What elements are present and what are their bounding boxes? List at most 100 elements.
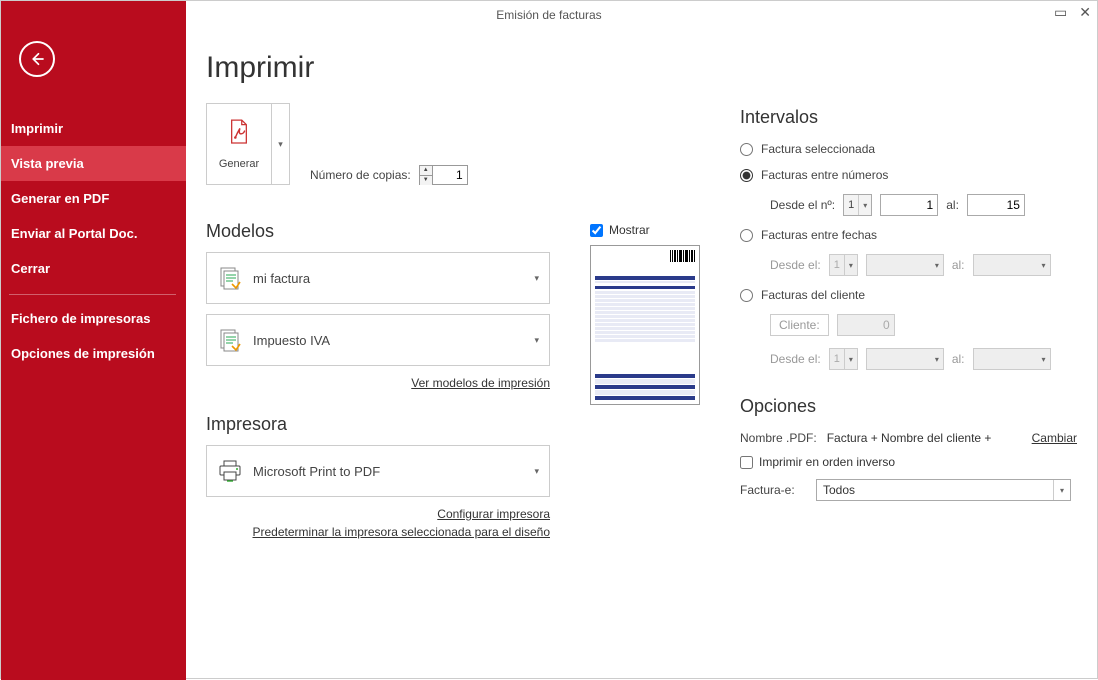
chevron-down-icon: ▾: [931, 261, 943, 270]
hasta-num-input[interactable]: [967, 194, 1025, 216]
copies-down[interactable]: ▼: [420, 176, 432, 185]
sidebar-item-opciones-impresion[interactable]: Opciones de impresión: [1, 336, 186, 371]
desde-num-serie-select[interactable]: 1▾: [843, 194, 872, 216]
radio-row-entre-fechas: Facturas entre fechas: [740, 228, 1077, 242]
preview-content: [595, 250, 695, 400]
preview-thumbnail[interactable]: [590, 245, 700, 405]
radio-entre-fechas[interactable]: [740, 229, 753, 242]
copies-input[interactable]: [433, 168, 467, 182]
intervalos-heading: Intervalos: [740, 107, 1077, 128]
desde-num-label: Desde el nº:: [770, 198, 835, 212]
fecha-desde-select: ▾: [866, 254, 944, 276]
cliente-serie-select: 1▾: [829, 348, 858, 370]
sidebar-item-enviar-portal[interactable]: Enviar al Portal Doc.: [1, 216, 186, 251]
sidebar-item-generar-pdf[interactable]: Generar en PDF: [1, 181, 186, 216]
radio-label-seleccionada: Factura seleccionada: [761, 142, 875, 156]
opciones-heading: Opciones: [740, 396, 1077, 417]
chevron-down-icon: ▾: [1053, 480, 1070, 500]
radio-factura-seleccionada[interactable]: [740, 143, 753, 156]
barcode-icon: [670, 250, 695, 264]
close-icon[interactable]: ✕: [1079, 5, 1091, 19]
modelo-select-1[interactable]: mi factura ▾: [206, 252, 550, 304]
sidebar-item-fichero-impresoras[interactable]: Fichero de impresoras: [1, 301, 186, 336]
copies-control: Número de copias: ▲ ▼: [310, 165, 468, 185]
radio-row-del-cliente: Facturas del cliente: [740, 288, 1077, 302]
nombre-pdf-row: Nombre .PDF: Factura + Nombre del client…: [740, 431, 1077, 445]
facturae-row: Factura-e: Todos ▾: [740, 479, 1077, 501]
radio-label-del-cliente: Facturas del cliente: [761, 288, 865, 302]
cliente-fecha-hasta: ▾: [973, 348, 1051, 370]
back-button[interactable]: [19, 41, 55, 77]
copies-spinner: ▲ ▼: [419, 165, 468, 185]
generate-label: Generar: [219, 158, 259, 170]
modelos-heading: Modelos: [206, 221, 550, 242]
generate-split-button: Generar ▾: [206, 103, 290, 185]
predeterminar-impresora-link[interactable]: Predeterminar la impresora seleccionada …: [253, 525, 551, 539]
orden-inverso-row: Imprimir en orden inverso: [740, 455, 1077, 469]
maximize-icon[interactable]: ▭: [1054, 5, 1067, 19]
printer-icon: [217, 458, 243, 484]
entre-fechas-inputs: Desde el: 1▾ ▾ al: ▾: [740, 254, 1077, 276]
main-panel: Imprimir Generar ▾ Número de copias: ▲ ▼: [186, 31, 1097, 678]
document-icon: [217, 265, 243, 291]
page-title: Imprimir: [206, 51, 1077, 85]
cliente-inputs: Cliente:: [740, 314, 1077, 336]
desde-fecha-label: Desde el:: [770, 258, 821, 272]
chevron-down-icon: ▾: [931, 355, 943, 364]
configurar-impresora-link[interactable]: Configurar impresora: [437, 507, 550, 521]
impresora-heading: Impresora: [206, 414, 550, 435]
radio-label-entre-numeros: Facturas entre números: [761, 168, 888, 182]
sidebar-item-imprimir[interactable]: Imprimir: [1, 111, 186, 146]
sidebar: Imprimir Vista previa Generar en PDF Env…: [1, 1, 186, 680]
ver-modelos-link[interactable]: Ver modelos de impresión: [411, 376, 550, 390]
cambiar-link[interactable]: Cambiar: [1032, 431, 1077, 445]
facturae-value: Todos: [823, 483, 855, 497]
impresora-label: Microsoft Print to PDF: [253, 464, 534, 479]
impresora-select[interactable]: Microsoft Print to PDF ▾: [206, 445, 550, 497]
chevron-down-icon: ▾: [858, 195, 871, 215]
cliente-desde-label: Desde el:: [770, 352, 821, 366]
facturae-label: Factura-e:: [740, 483, 806, 497]
mostrar-checkbox[interactable]: [590, 224, 603, 237]
nombre-pdf-value: Factura + Nombre del cliente +: [827, 431, 992, 445]
cliente-fecha-inputs: Desde el: 1▾ ▾ al: ▾: [740, 348, 1077, 370]
chevron-down-icon: ▾: [1038, 261, 1050, 270]
mostrar-label: Mostrar: [609, 223, 650, 237]
radio-row-seleccionada: Factura seleccionada: [740, 142, 1077, 156]
fecha-hasta-select: ▾: [973, 254, 1051, 276]
radio-entre-numeros[interactable]: [740, 169, 753, 182]
orden-inverso-checkbox[interactable]: [740, 456, 753, 469]
radio-label-entre-fechas: Facturas entre fechas: [761, 228, 877, 242]
window-controls: ▭ ✕: [1054, 5, 1091, 19]
chevron-down-icon: ▾: [844, 349, 857, 369]
window-title: Emisión de facturas: [496, 8, 601, 22]
generate-dropdown[interactable]: ▾: [271, 104, 289, 184]
chevron-down-icon: ▾: [534, 273, 539, 284]
modelo-2-label: Impuesto IVA: [253, 333, 534, 348]
copies-label: Número de copias:: [310, 168, 411, 182]
nombre-pdf-label: Nombre .PDF:: [740, 431, 817, 445]
chevron-down-icon: ▾: [844, 255, 857, 275]
orden-inverso-label: Imprimir en orden inverso: [759, 455, 895, 469]
sidebar-item-cerrar[interactable]: Cerrar: [1, 251, 186, 286]
fecha-serie-select: 1▾: [829, 254, 858, 276]
al-label: al:: [946, 198, 959, 212]
mostrar-checkbox-row: Mostrar: [590, 223, 700, 237]
facturae-select[interactable]: Todos ▾: [816, 479, 1071, 501]
sidebar-item-vista-previa[interactable]: Vista previa: [1, 146, 186, 181]
document-icon: [217, 327, 243, 353]
pdf-icon: [228, 119, 250, 152]
chevron-down-icon: ▾: [1038, 355, 1050, 364]
copies-up[interactable]: ▲: [420, 166, 432, 176]
chevron-down-icon: ▾: [534, 466, 539, 477]
entre-numeros-inputs: Desde el nº: 1▾ al:: [740, 194, 1077, 216]
generate-button[interactable]: Generar: [207, 104, 271, 184]
radio-del-cliente[interactable]: [740, 289, 753, 302]
al-label-2: al:: [952, 258, 965, 272]
cliente-label: Cliente:: [770, 314, 829, 336]
radio-row-entre-numeros: Facturas entre números: [740, 168, 1077, 182]
desde-num-input[interactable]: [880, 194, 938, 216]
sidebar-separator: [9, 294, 176, 295]
modelo-select-2[interactable]: Impuesto IVA ▾: [206, 314, 550, 366]
modelo-1-label: mi factura: [253, 271, 534, 286]
